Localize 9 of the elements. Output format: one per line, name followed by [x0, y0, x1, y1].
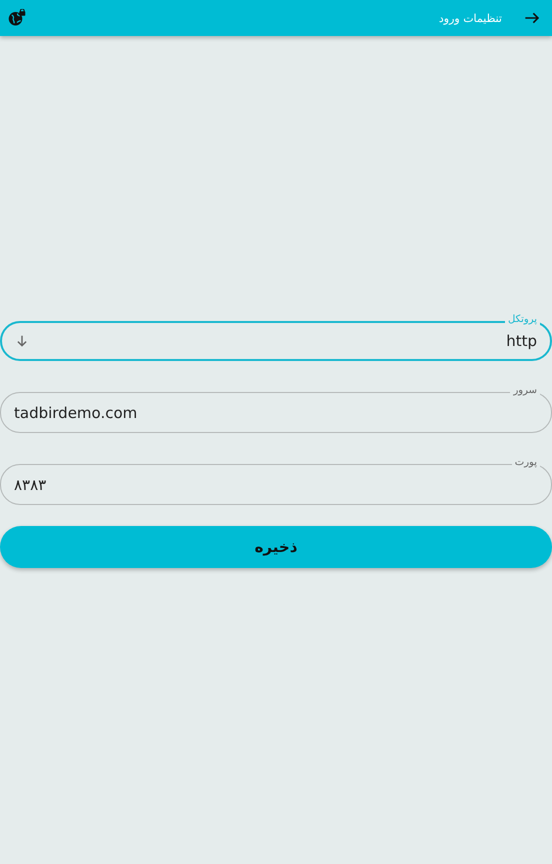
back-arrow-icon[interactable] — [524, 10, 540, 26]
field-value: tadbirdemo.com — [14, 404, 138, 422]
field-value: ۸۳۸۳ — [14, 476, 46, 494]
field-label: پروتکل — [504, 313, 540, 327]
save-button[interactable]: ذخیره — [0, 526, 552, 568]
field-value: http — [506, 332, 537, 350]
down-arrow-icon[interactable] — [15, 334, 29, 348]
globe-lock-icon[interactable] — [8, 9, 26, 27]
app-bar-title: تنظیمات ورود — [438, 12, 502, 24]
